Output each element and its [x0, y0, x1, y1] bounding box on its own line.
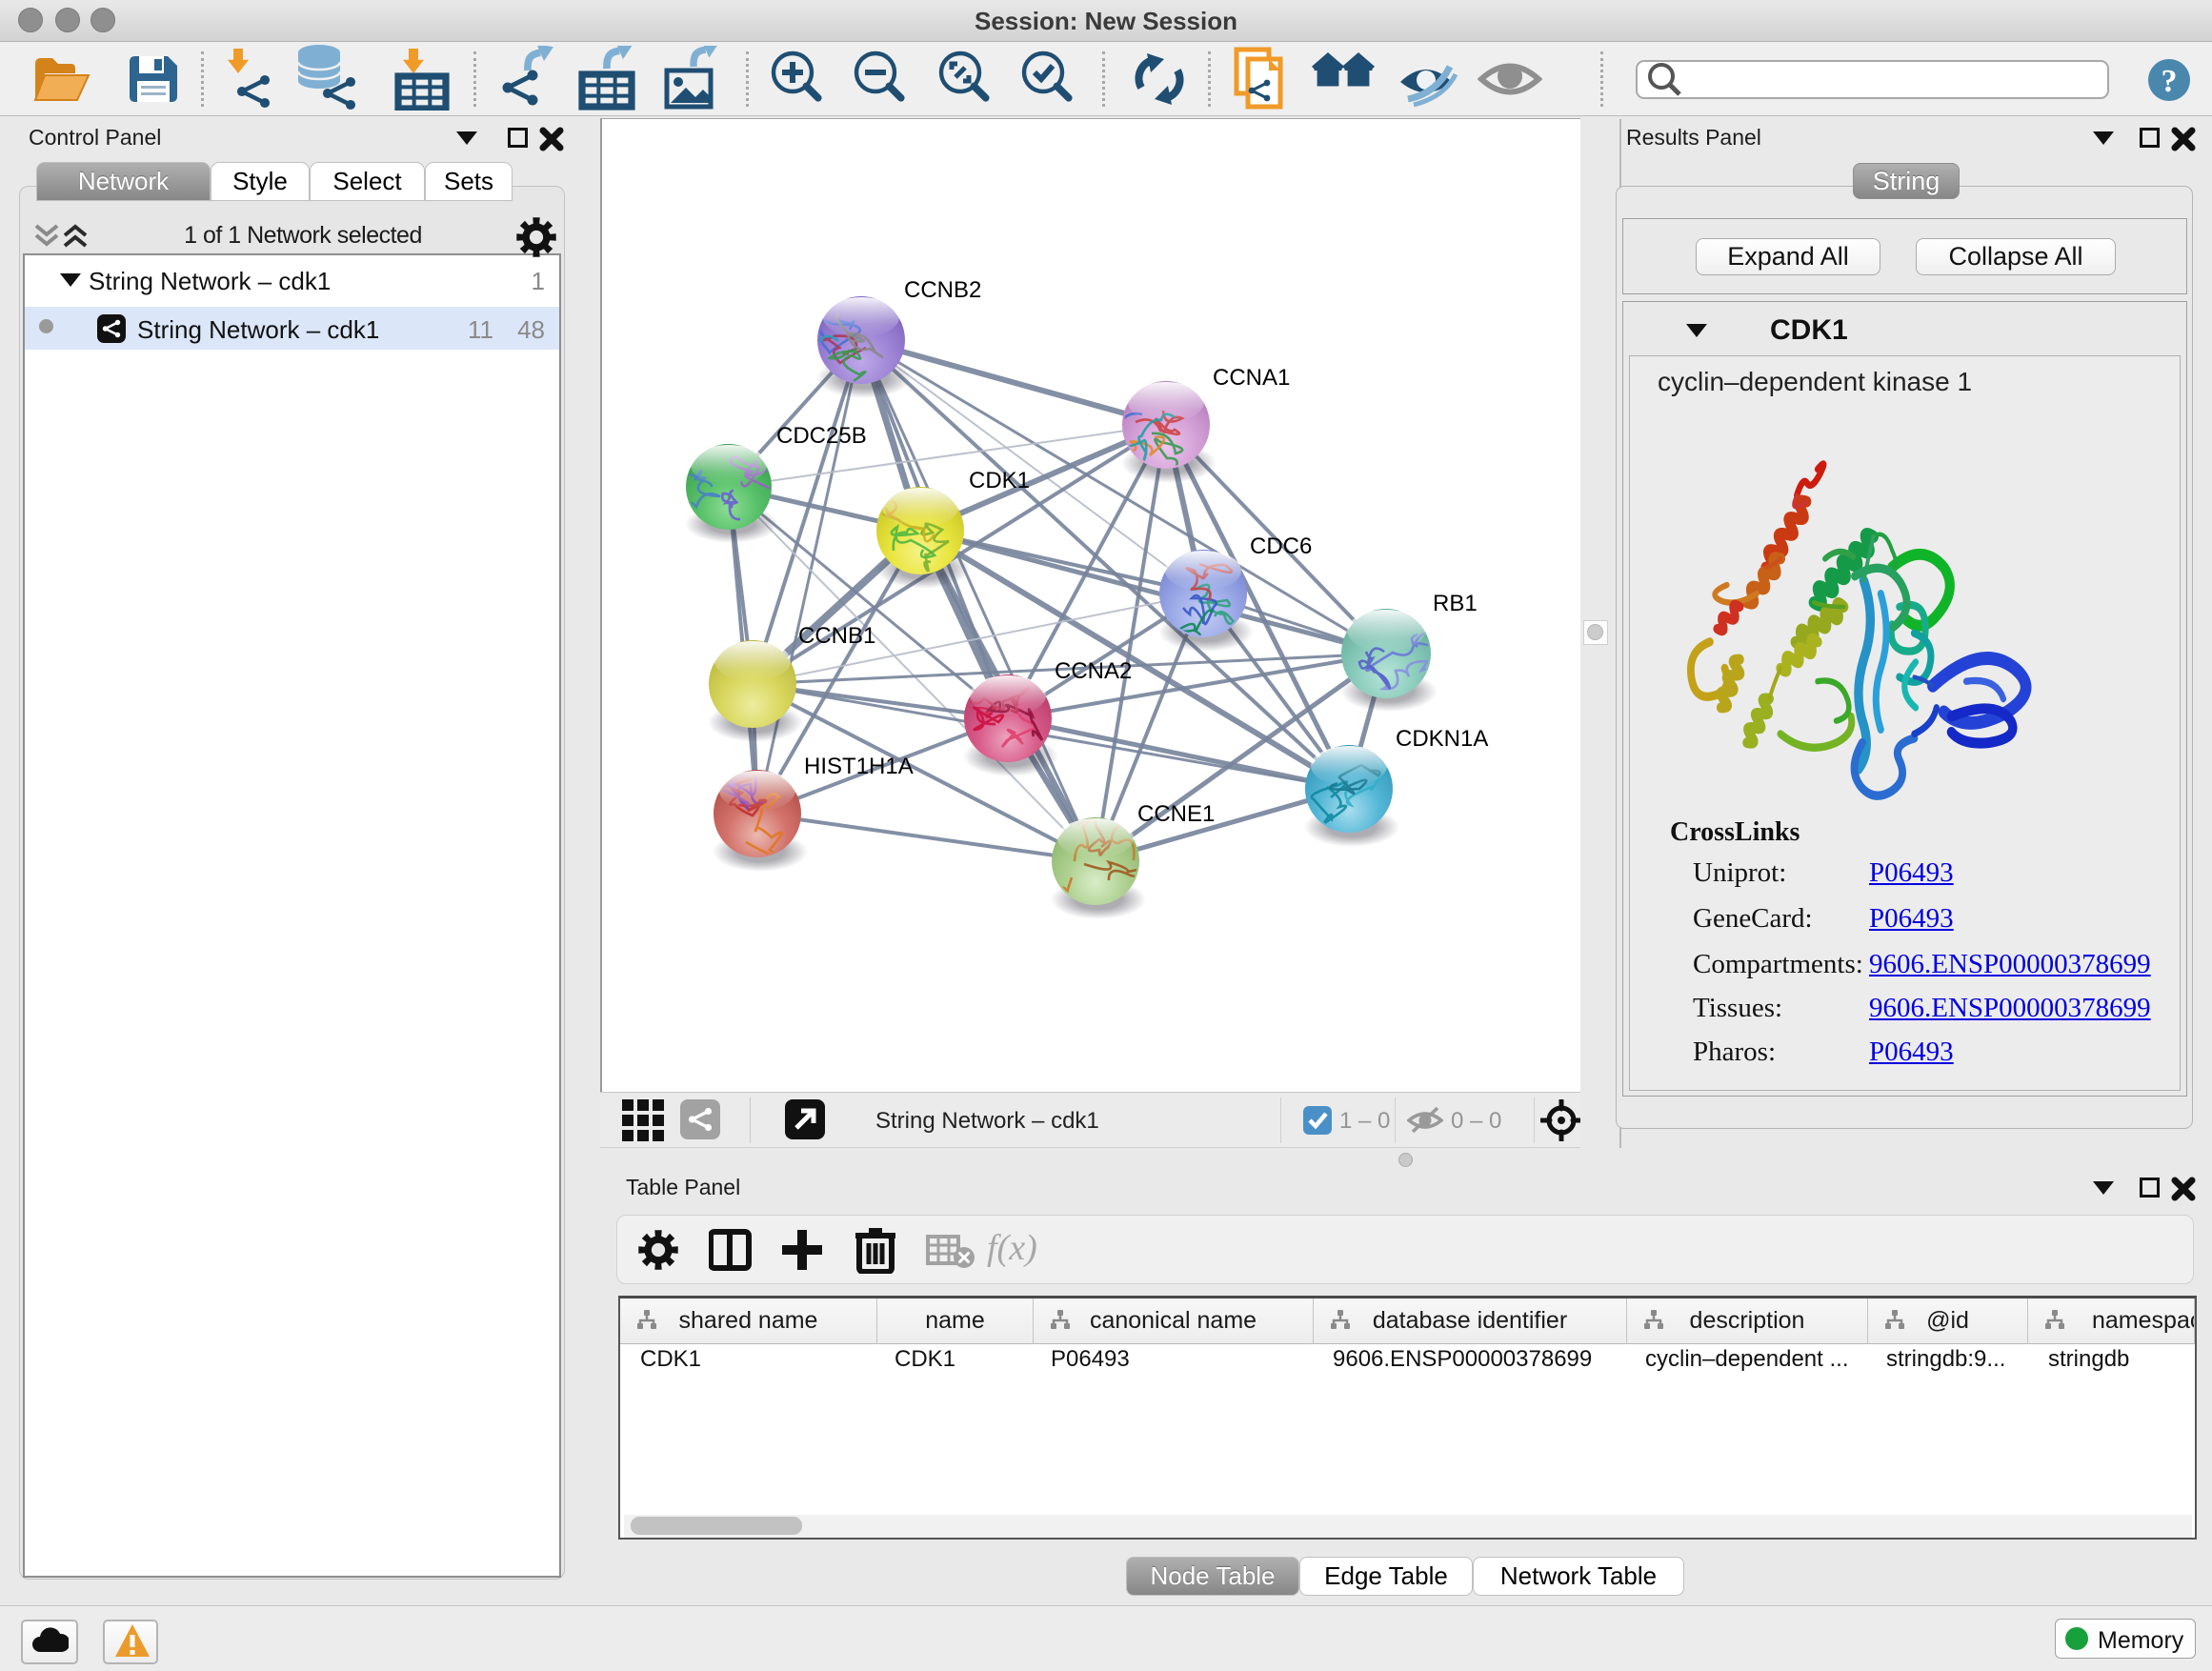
svg-text:HIST1H1A: HIST1H1A: [804, 754, 914, 779]
svg-text:CDK1: CDK1: [969, 468, 1030, 493]
svg-text:CCNB2: CCNB2: [904, 277, 981, 303]
svg-text:CDC6: CDC6: [1250, 534, 1312, 559]
svg-text:CDC25B: CDC25B: [776, 423, 867, 449]
svg-text:?: ?: [2162, 64, 2178, 99]
svg-text:RB1: RB1: [1433, 591, 1478, 616]
svg-text:CDKN1A: CDKN1A: [1396, 726, 1488, 752]
svg-text:CCNA2: CCNA2: [1055, 658, 1132, 684]
svg-text:CCNB1: CCNB1: [798, 623, 875, 649]
svg-text:CCNE1: CCNE1: [1137, 801, 1215, 827]
svg-text:CCNA1: CCNA1: [1213, 365, 1290, 391]
